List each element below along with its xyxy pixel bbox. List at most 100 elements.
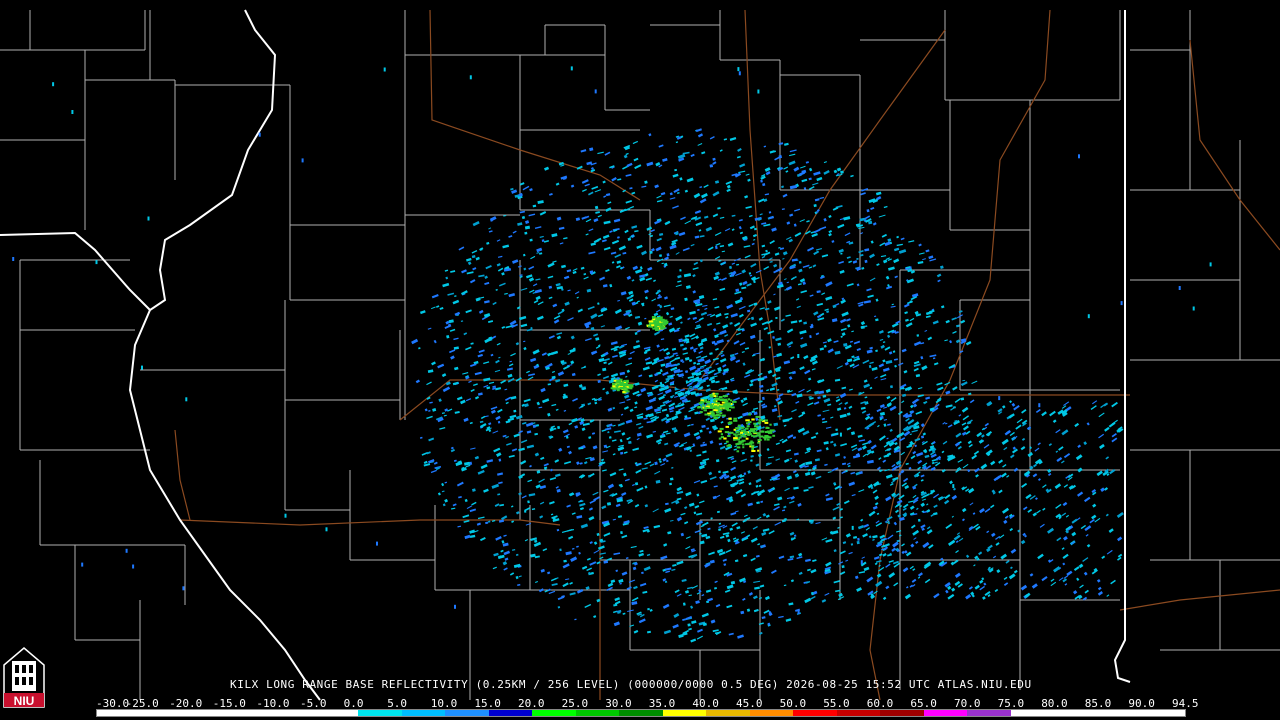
echo-pixel (837, 526, 840, 529)
echo-pixel (706, 384, 710, 387)
echo-pixel (603, 489, 609, 493)
echo-pixel (715, 347, 719, 351)
echo-pixel (781, 185, 785, 189)
echo-pixel (695, 221, 703, 227)
echo-pixel (486, 386, 491, 390)
echo-pixel (525, 220, 530, 224)
echo-pixel (619, 383, 624, 385)
echo-pixel (748, 413, 751, 416)
echo-pixel (1011, 402, 1016, 407)
echo-pixel (258, 132, 261, 137)
echo-pixel (745, 437, 749, 440)
echo-pixel (768, 346, 771, 349)
echo-pixel (662, 457, 667, 462)
echo-pixel (571, 512, 576, 515)
echo-pixel (1002, 464, 1007, 468)
echo-pixel (821, 417, 826, 421)
echo-pixel (796, 393, 803, 398)
echo-pixel (886, 395, 891, 400)
echo-pixel (562, 429, 569, 434)
echo-pixel (786, 221, 791, 225)
echo-pixel (650, 229, 655, 233)
echo-pixel (633, 157, 639, 162)
echo-pixel (1022, 506, 1028, 511)
echo-pixel (665, 567, 672, 571)
echo-pixel (888, 266, 895, 271)
echo-pixel (689, 346, 694, 350)
echo-pixel (604, 358, 610, 362)
echo-pixel (668, 482, 673, 486)
echo-pixel (860, 560, 863, 565)
echo-pixel (698, 350, 703, 354)
echo-pixel (850, 444, 858, 449)
echo-pixel (631, 225, 638, 229)
echo-pixel (816, 302, 824, 307)
echo-pixel (846, 412, 851, 416)
echo-pixel (742, 443, 745, 446)
echo-pixel (1008, 573, 1016, 580)
echo-pixel (712, 629, 719, 633)
echo-pixel (550, 513, 554, 516)
echo-pixel (490, 216, 497, 222)
echo-pixel (805, 558, 811, 563)
echo-pixel (785, 170, 789, 173)
echo-pixel (738, 440, 743, 443)
echo-pixel (904, 550, 908, 554)
echo-pixel (471, 488, 476, 492)
echo-pixel (675, 252, 680, 255)
echo-pixel (766, 447, 770, 452)
echo-pixel (704, 215, 709, 219)
echo-pixel (724, 431, 730, 434)
echo-pixel (894, 364, 898, 368)
echo-pixel (924, 329, 928, 332)
echo-pixel (898, 249, 907, 254)
echo-pixel (731, 400, 737, 403)
echo-pixel (480, 415, 486, 420)
echo-pixel (653, 524, 661, 529)
echo-pixel (690, 243, 695, 247)
echo-pixel (453, 337, 459, 341)
echo-pixel (1006, 474, 1010, 478)
echo-pixel (464, 534, 471, 540)
echo-pixel (750, 537, 758, 543)
echo-pixel (1178, 286, 1181, 290)
echo-pixel (1071, 531, 1077, 537)
echo-pixel (634, 482, 639, 486)
echo-pixel (673, 395, 678, 398)
echo-pixel (744, 347, 750, 350)
echo-pixel (684, 370, 689, 374)
echo-pixel (1108, 528, 1114, 533)
echo-pixel (724, 400, 729, 403)
echo-pixel (525, 422, 534, 427)
product-title: KILX LONG RANGE BASE REFLECTIVITY (0.25K… (230, 678, 1032, 691)
echo-pixel (522, 185, 530, 191)
echo-pixel (701, 424, 706, 429)
echo-pixel (653, 331, 660, 336)
echo-pixel (705, 388, 711, 392)
echo-pixel (832, 206, 839, 211)
echo-pixel (733, 419, 738, 422)
echo-pixel (711, 414, 716, 417)
echo-pixel (712, 157, 716, 161)
echo-pixel (1048, 472, 1052, 476)
echo-pixel (523, 267, 527, 271)
echo-pixel (641, 467, 648, 470)
echo-pixel (698, 295, 705, 300)
echo-pixel (1083, 496, 1091, 503)
echo-pixel (890, 305, 896, 308)
echo-pixel (839, 432, 842, 437)
echo-pixel (555, 182, 560, 186)
echo-pixel (701, 594, 705, 597)
echo-pixel (831, 318, 838, 323)
echo-pixel (957, 445, 962, 450)
echo-pixel (497, 472, 504, 476)
echo-pixel (736, 446, 741, 449)
echo-pixel (635, 340, 640, 343)
echo-pixel (501, 326, 506, 329)
echo-pixel (808, 177, 812, 181)
echo-pixel (757, 441, 760, 444)
echo-pixel (1094, 517, 1101, 523)
echo-pixel (626, 586, 632, 591)
echo-pixel (850, 174, 854, 178)
echo-pixel (875, 349, 879, 353)
